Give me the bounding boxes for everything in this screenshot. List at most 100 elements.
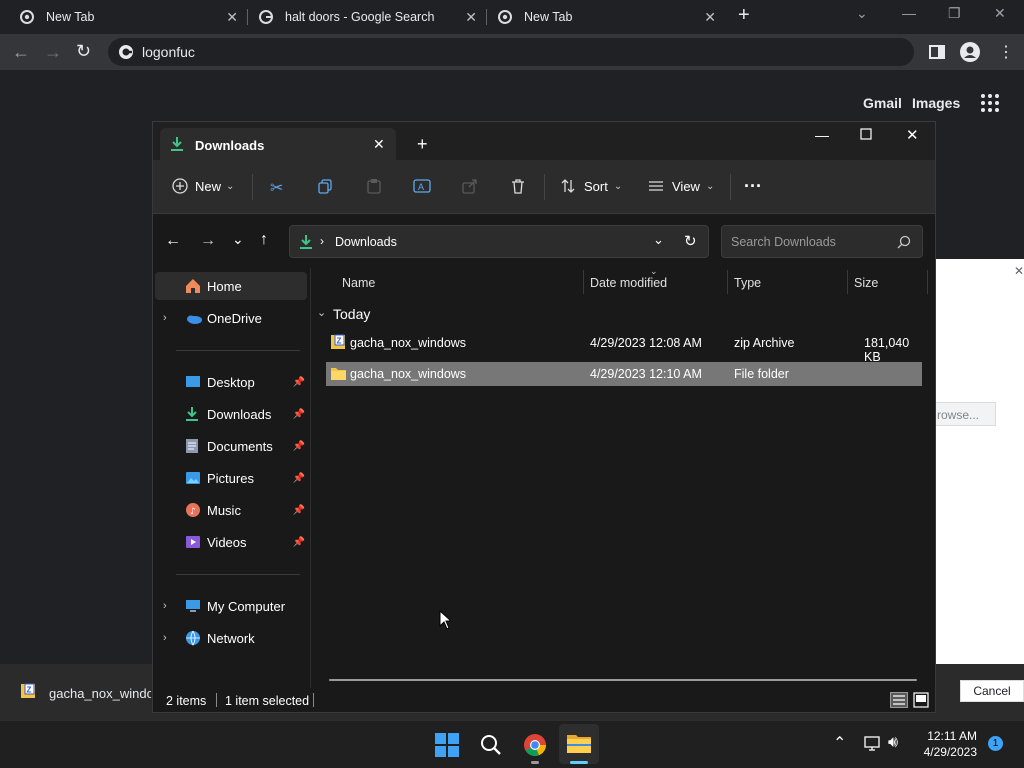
pin-icon: 📌: [292, 408, 305, 420]
restore-icon[interactable]: ❐: [948, 5, 961, 22]
minimize-icon[interactable]: —: [815, 127, 829, 143]
column-header-size[interactable]: Size: [854, 276, 878, 290]
new-tab-icon[interactable]: +: [417, 134, 428, 155]
back-arrow-icon[interactable]: ←: [12, 42, 30, 63]
chrome-menu-icon[interactable]: ⋮: [998, 42, 1014, 62]
file-row[interactable]: Z gacha_nox_windows 4/29/2023 12:08 AM z…: [326, 331, 922, 364]
dialog-close-icon[interactable]: ✕: [1014, 264, 1024, 278]
apps-grid-icon[interactable]: [980, 93, 1000, 113]
cloud-icon: [185, 310, 202, 326]
forward-arrow-icon[interactable]: →: [200, 232, 216, 250]
browser-tab-3[interactable]: New Tab ✕: [488, 0, 724, 34]
show-hidden-icons-chevron-icon[interactable]: ⌃: [833, 733, 846, 753]
nav-item-music[interactable]: ♪ Music 📌: [155, 496, 307, 524]
browser-tab-2[interactable]: halt doors - Google Search ✕: [249, 0, 485, 34]
omnibox-text[interactable]: logonfuc: [142, 44, 195, 60]
nav-item-network[interactable]: › Network: [155, 624, 307, 652]
windows-start-icon[interactable]: [435, 733, 459, 757]
close-tab-icon[interactable]: ✕: [373, 136, 385, 153]
gmail-link[interactable]: Gmail: [863, 95, 902, 111]
recent-locations-chevron-icon[interactable]: ⌄: [232, 231, 244, 248]
file-row-selected[interactable]: gacha_nox_windows 4/29/2023 12:10 AM Fil…: [326, 362, 922, 386]
new-tab-icon[interactable]: +: [738, 4, 750, 27]
taskbar-clock-time[interactable]: 12:11 AM: [922, 729, 977, 743]
more-options-icon[interactable]: ···: [744, 176, 762, 197]
nav-item-pictures[interactable]: Pictures 📌: [155, 464, 307, 492]
tab-search-chevron-icon[interactable]: ⌄: [856, 5, 868, 22]
images-link[interactable]: Images: [912, 95, 960, 111]
forward-arrow-icon[interactable]: →: [44, 42, 62, 63]
search-input[interactable]: Search Downloads: [721, 225, 923, 258]
column-divider[interactable]: [727, 270, 728, 294]
horizontal-scrollbar[interactable]: [329, 679, 917, 681]
paste-icon[interactable]: [366, 178, 382, 194]
cut-icon[interactable]: ✂: [270, 178, 283, 198]
nav-item-onedrive[interactable]: › OneDrive: [155, 304, 307, 332]
view-button[interactable]: View ⌄: [648, 178, 714, 194]
profile-avatar-icon[interactable]: [960, 42, 980, 62]
column-header-type[interactable]: Type: [734, 276, 761, 290]
nav-item-downloads[interactable]: Downloads 📌: [155, 400, 307, 428]
close-tab-icon[interactable]: ✕: [465, 9, 477, 26]
rename-icon[interactable]: A: [413, 178, 431, 194]
tiles-view-icon[interactable]: [913, 692, 929, 708]
nav-item-home[interactable]: Home: [155, 272, 307, 300]
group-collapse-chevron-icon[interactable]: ⌄: [317, 306, 326, 319]
column-header-name[interactable]: Name: [342, 276, 375, 290]
documents-icon: [185, 438, 201, 454]
chevron-right-icon[interactable]: ›: [163, 600, 167, 612]
column-divider[interactable]: [847, 270, 848, 294]
nav-item-my-computer[interactable]: › My Computer: [155, 592, 307, 620]
chevron-right-icon[interactable]: ›: [163, 312, 167, 324]
zip-file-icon: Z: [330, 334, 346, 350]
nav-item-desktop[interactable]: Desktop 📌: [155, 368, 307, 396]
file-explorer-icon[interactable]: [566, 732, 592, 754]
column-divider[interactable]: [583, 270, 584, 294]
omnibox[interactable]: [108, 38, 914, 66]
details-view-icon[interactable]: [890, 692, 908, 708]
delete-icon[interactable]: [510, 178, 526, 194]
chevron-right-icon[interactable]: ›: [163, 632, 167, 644]
refresh-icon[interactable]: ↻: [684, 232, 697, 250]
nav-item-documents[interactable]: Documents 📌: [155, 432, 307, 460]
column-header-date[interactable]: Date modified: [590, 276, 667, 290]
nav-item-videos[interactable]: Videos 📌: [155, 528, 307, 556]
side-panel-icon[interactable]: [929, 44, 945, 60]
pin-icon: 📌: [292, 536, 305, 548]
close-window-icon[interactable]: ✕: [994, 5, 1006, 22]
close-window-icon[interactable]: ✕: [906, 126, 919, 144]
column-divider[interactable]: [927, 270, 928, 294]
browse-button[interactable]: rowse...: [930, 402, 996, 426]
maximize-icon[interactable]: [860, 128, 872, 140]
breadcrumb-downloads[interactable]: Downloads: [335, 235, 397, 249]
chrome-icon[interactable]: [523, 733, 547, 757]
google-icon: [259, 10, 273, 24]
nav-item-label: OneDrive: [207, 310, 262, 326]
search-icon[interactable]: [480, 734, 502, 756]
file-date: 4/29/2023 12:10 AM: [590, 367, 702, 381]
copy-icon[interactable]: [317, 178, 333, 194]
active-indicator: [570, 761, 588, 764]
volume-icon[interactable]: 🔊︎: [888, 734, 898, 752]
close-tab-icon[interactable]: ✕: [226, 9, 238, 26]
reload-icon[interactable]: ↻: [76, 41, 91, 62]
network-status-icon[interactable]: [864, 736, 882, 752]
videos-icon: [185, 534, 201, 550]
back-arrow-icon[interactable]: ←: [165, 232, 181, 250]
download-bar-filename[interactable]: gacha_nox_windo: [49, 686, 151, 701]
minimize-icon[interactable]: —: [902, 5, 916, 21]
address-history-chevron-icon[interactable]: ⌄: [653, 232, 664, 248]
up-arrow-icon[interactable]: ↑: [260, 231, 268, 249]
computer-icon: [185, 598, 201, 614]
notification-badge[interactable]: 1: [988, 736, 1003, 751]
close-tab-icon[interactable]: ✕: [704, 9, 716, 26]
share-icon[interactable]: [462, 178, 478, 194]
search-icon[interactable]: [897, 235, 911, 249]
file-type: File folder: [734, 367, 789, 381]
group-header-today[interactable]: Today: [333, 306, 370, 322]
cancel-button[interactable]: Cancel: [960, 680, 1024, 702]
browser-tab-1[interactable]: New Tab ✕: [10, 0, 246, 34]
new-button[interactable]: New ⌄: [172, 178, 234, 194]
taskbar-clock-date[interactable]: 4/29/2023: [918, 745, 977, 759]
sort-button[interactable]: Sort ⌄: [560, 178, 622, 194]
